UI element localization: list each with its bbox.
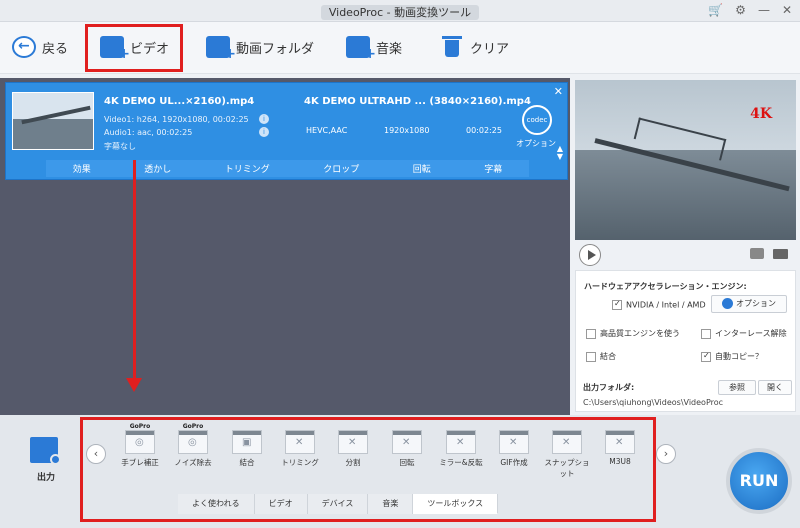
window-title: VideoProc - 動画変換ツール (320, 5, 480, 20)
add-folder-label: 動画フォルダ (236, 41, 315, 57)
crop-button[interactable]: クロップ (323, 162, 359, 175)
scroll-right-icon[interactable]: › (656, 444, 676, 464)
open-button[interactable]: 開く (758, 380, 792, 395)
preview-4k-badge: 4K (750, 106, 772, 122)
folder-icon[interactable] (773, 249, 788, 259)
output-file-name[interactable]: 4K DEMO ULTRAHD ... (3840×2160).mp4 (304, 96, 531, 107)
annotation-arrow-line (133, 160, 136, 382)
close-icon[interactable]: ✕ (554, 85, 563, 98)
gear-icon (50, 454, 61, 465)
subtitle-button[interactable]: 字幕 (484, 162, 502, 175)
output-label: 出力 (37, 473, 56, 483)
high-quality-checkbox[interactable]: 高品質エンジンを使う (586, 328, 680, 339)
file-card[interactable]: 4K DEMO UL...×2160).mp4 Video1: h264, 19… (5, 82, 568, 180)
gear-icon[interactable]: ⚙ (735, 3, 746, 17)
codec-option-label[interactable]: オプション (516, 138, 556, 149)
camera-icon[interactable] (750, 248, 764, 259)
source-file-name: 4K DEMO UL...×2160).mp4 (104, 96, 255, 107)
browse-button[interactable]: 参照 (718, 380, 756, 395)
add-music-button[interactable]: + 音楽 (346, 32, 402, 62)
output-folder-label: 出力フォルダ: (583, 383, 635, 392)
play-icon[interactable] (579, 244, 601, 266)
highlight-video-button (85, 24, 183, 72)
back-button[interactable]: 戻る (12, 32, 68, 62)
preview-controls (575, 242, 796, 268)
auto-copy-checkbox[interactable]: 自動コピー？ (701, 351, 763, 362)
clear-button[interactable]: クリア (440, 32, 509, 62)
music-plus-icon: + (346, 36, 376, 62)
hw-option-button[interactable]: オプション (711, 295, 787, 313)
deinterlace-checkbox[interactable]: インターレース解除 (701, 328, 787, 339)
audio-track-info: Audio1: aac, 00:02:25 (104, 128, 193, 137)
output-folder-path: C:\Users\qiuhong\Videos\VideoProc (583, 398, 724, 407)
trim-button[interactable]: トリミング (225, 162, 270, 175)
effect-button[interactable]: 効果 (73, 162, 91, 175)
annotation-arrow-head (126, 378, 142, 392)
back-label: 戻る (42, 41, 69, 57)
video-thumbnail (12, 92, 94, 150)
gear-icon (722, 298, 733, 309)
edit-bar: 効果 透かし トリミング クロップ 回転 字幕 (46, 160, 529, 177)
hw-accel-title: ハードウェアアクセラレーション・エンジン: (584, 282, 747, 291)
output-duration: 00:02:25 (466, 126, 502, 135)
video-preview: 4K (575, 80, 796, 240)
output-resolution: 1920x1080 (384, 126, 430, 135)
clear-label: クリア (470, 41, 510, 57)
subtitle-info[interactable]: 字幕なし (104, 141, 136, 152)
title-bar: VideoProc - 動画変換ツール 🛒 ⚙ — ✕ (0, 0, 800, 22)
cart-icon[interactable]: 🛒 (708, 3, 723, 17)
watermark-button[interactable]: 透かし (144, 162, 171, 175)
video-track-info: Video1: h264, 1920x1080, 00:02:25 (104, 115, 249, 124)
add-folder-button[interactable]: + 動画フォルダ (206, 32, 314, 62)
folder-plus-icon: + (206, 36, 236, 62)
highlight-toolbox (80, 417, 656, 522)
add-music-label: 音楽 (376, 41, 403, 57)
reorder-arrows-icon[interactable]: ▲ ▼ (557, 145, 563, 161)
trash-icon (440, 36, 464, 58)
info-icon[interactable]: i (259, 127, 269, 137)
info-icon[interactable]: i (259, 114, 269, 124)
back-arrow-icon (12, 36, 36, 58)
checkbox-checked-icon[interactable] (612, 299, 622, 310)
output-codec: HEVC,AAC (306, 126, 348, 135)
nvidia-checkbox[interactable]: NVIDIA / Intel / AMD (612, 299, 706, 310)
file-list-area: 4K DEMO UL...×2160).mp4 Video1: h264, 19… (0, 78, 570, 415)
minimize-icon[interactable]: — (758, 3, 770, 17)
rotate-button[interactable]: 回転 (413, 162, 431, 175)
merge-checkbox[interactable]: 結合 (586, 351, 616, 362)
run-button[interactable]: RUN (726, 448, 792, 514)
codec-gear-icon[interactable]: codec (522, 105, 552, 135)
close-icon[interactable]: ✕ (782, 3, 792, 17)
